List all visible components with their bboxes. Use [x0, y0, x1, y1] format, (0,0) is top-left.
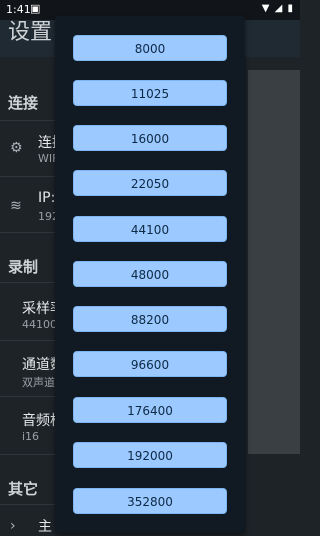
section-connection: 连接: [8, 94, 39, 112]
chevron-icon: ›: [10, 518, 16, 534]
option-88200[interactable]: 88200: [73, 306, 227, 332]
divider: [0, 120, 56, 121]
option-44100[interactable]: 44100: [73, 216, 227, 242]
row-main-title[interactable]: 主: [38, 516, 52, 536]
row-format-sub: i16: [22, 430, 40, 443]
background-panel: [248, 70, 300, 454]
divider: [0, 232, 56, 233]
option-11025[interactable]: 11025: [73, 80, 227, 106]
section-other: 其它: [8, 480, 39, 498]
divider: [0, 176, 56, 177]
row-ip-title[interactable]: IP:: [38, 190, 55, 206]
section-record: 录制: [8, 258, 39, 276]
sample-rate-dropdown: 8000 11025 16000 22050 44100 48000 88200…: [55, 16, 245, 533]
divider: [0, 454, 56, 455]
option-16000[interactable]: 16000: [73, 125, 227, 151]
page-title: 设置: [8, 20, 53, 45]
option-176400[interactable]: 176400: [73, 397, 227, 423]
row-sample-rate-sub: 44100: [22, 318, 57, 331]
divider: [0, 340, 56, 341]
option-192000[interactable]: 192000: [73, 442, 227, 468]
gear-icon: ⚙: [10, 140, 23, 156]
divider: [0, 504, 56, 505]
status-icons: ▼ ◢ ▮: [261, 3, 294, 14]
option-48000[interactable]: 48000: [73, 261, 227, 287]
wifi-icon: ≋: [10, 198, 22, 214]
row-channels-sub: 双声道: [22, 376, 55, 389]
divider: [0, 396, 56, 397]
option-352800[interactable]: 352800: [73, 488, 227, 514]
option-96600[interactable]: 96600: [73, 351, 227, 377]
option-8000[interactable]: 8000: [73, 35, 227, 61]
divider: [0, 282, 56, 283]
option-22050[interactable]: 22050: [73, 170, 227, 196]
